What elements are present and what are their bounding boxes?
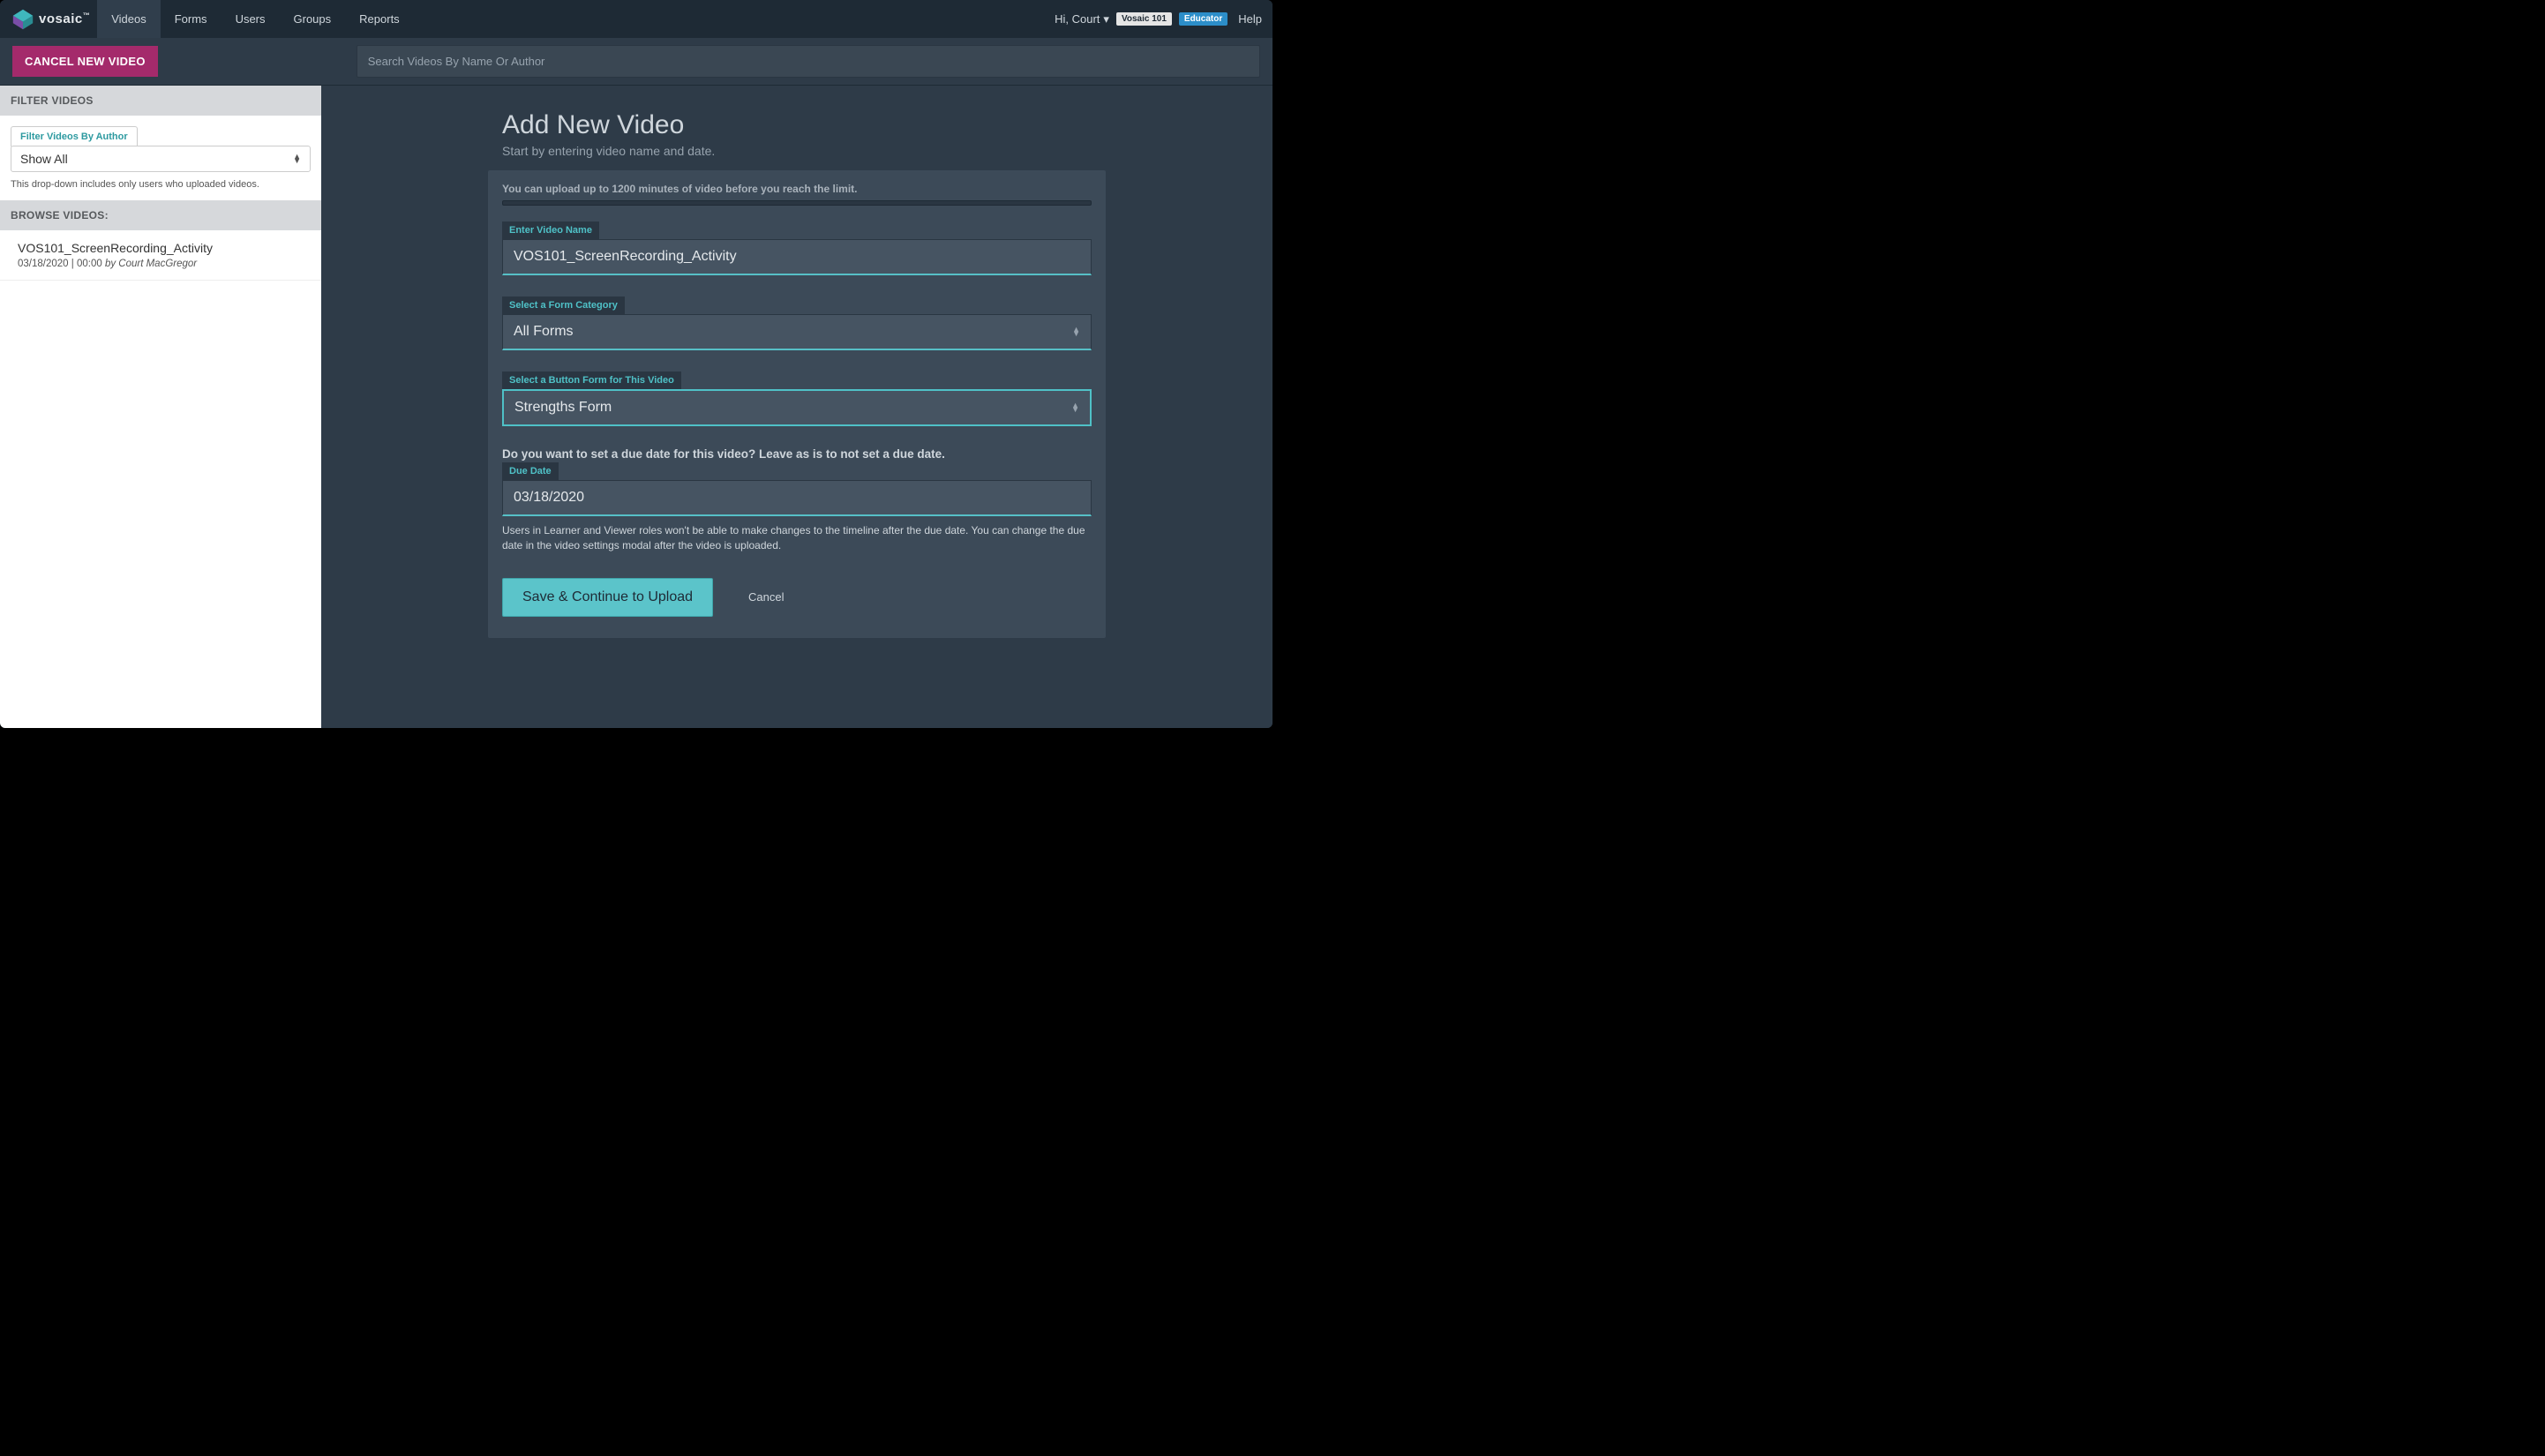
browse-header: BROWSE VIDEOS: <box>0 200 321 230</box>
video-list-item[interactable]: VOS101_ScreenRecording_Activity 03/18/20… <box>0 230 321 281</box>
cancel-new-video-button[interactable]: CANCEL NEW VIDEO <box>12 46 158 77</box>
updown-icon: ▲▼ <box>293 154 301 164</box>
top-nav: vosaic™ Videos Forms Users Groups Report… <box>0 0 1272 38</box>
cancel-link[interactable]: Cancel <box>748 590 784 604</box>
save-continue-button[interactable]: Save & Continue to Upload <box>502 578 713 617</box>
logo-text: vosaic™ <box>39 11 90 26</box>
author-filter-select[interactable]: Show All ▲▼ <box>11 146 311 172</box>
page-title: Add New Video <box>502 110 1092 140</box>
video-name-input[interactable] <box>502 239 1092 275</box>
upload-progress-bar <box>502 200 1092 206</box>
nav-reports[interactable]: Reports <box>345 0 414 38</box>
user-menu[interactable]: Hi, Court ▾ <box>1055 12 1109 26</box>
role-badge[interactable]: Educator <box>1179 12 1227 26</box>
sidebar: FILTER VIDEOS Filter Videos By Author Sh… <box>0 86 321 728</box>
filter-header: FILTER VIDEOS <box>0 86 321 116</box>
video-meta: 03/18/2020 | 00:00 by Court MacGregor <box>18 259 304 269</box>
help-link[interactable]: Help <box>1238 12 1262 26</box>
logo[interactable]: vosaic™ <box>11 7 90 32</box>
form-category-label: Select a Form Category <box>502 296 625 314</box>
nav-videos[interactable]: Videos <box>97 0 161 38</box>
updown-icon: ▲▼ <box>1072 327 1080 337</box>
sub-bar: CANCEL NEW VIDEO <box>0 38 1272 86</box>
nav-items: Videos Forms Users Groups Reports <box>97 0 413 38</box>
due-date-input[interactable] <box>502 480 1092 516</box>
vosaic-logo-icon <box>11 7 35 32</box>
updown-icon: ▲▼ <box>1071 403 1079 413</box>
upload-limit-text: You can upload up to 1200 minutes of vid… <box>502 183 1092 195</box>
nav-forms[interactable]: Forms <box>161 0 221 38</box>
video-title: VOS101_ScreenRecording_Activity <box>18 241 304 255</box>
nav-groups[interactable]: Groups <box>280 0 346 38</box>
caret-down-icon: ▾ <box>1103 12 1109 26</box>
org-badge[interactable]: Vosaic 101 <box>1116 12 1172 26</box>
button-form-label: Select a Button Form for This Video <box>502 372 681 389</box>
due-date-note: Users in Learner and Viewer roles won't … <box>502 523 1092 553</box>
video-name-label: Enter Video Name <box>502 221 599 239</box>
search-input[interactable] <box>357 45 1260 78</box>
page-subtitle: Start by entering video name and date. <box>502 144 1092 158</box>
nav-users[interactable]: Users <box>221 0 280 38</box>
button-form-select[interactable]: Strengths Form ▲▼ <box>502 389 1092 426</box>
main-area: Add New Video Start by entering video na… <box>321 86 1272 728</box>
add-video-panel: Add New Video Start by entering video na… <box>488 110 1106 638</box>
due-date-label: Due Date <box>502 462 559 480</box>
filter-hint: This drop-down includes only users who u… <box>11 179 311 190</box>
due-date-question: Do you want to set a due date for this v… <box>502 447 1092 461</box>
filter-tab[interactable]: Filter Videos By Author <box>11 126 138 146</box>
form-category-select[interactable]: All Forms ▲▼ <box>502 314 1092 350</box>
